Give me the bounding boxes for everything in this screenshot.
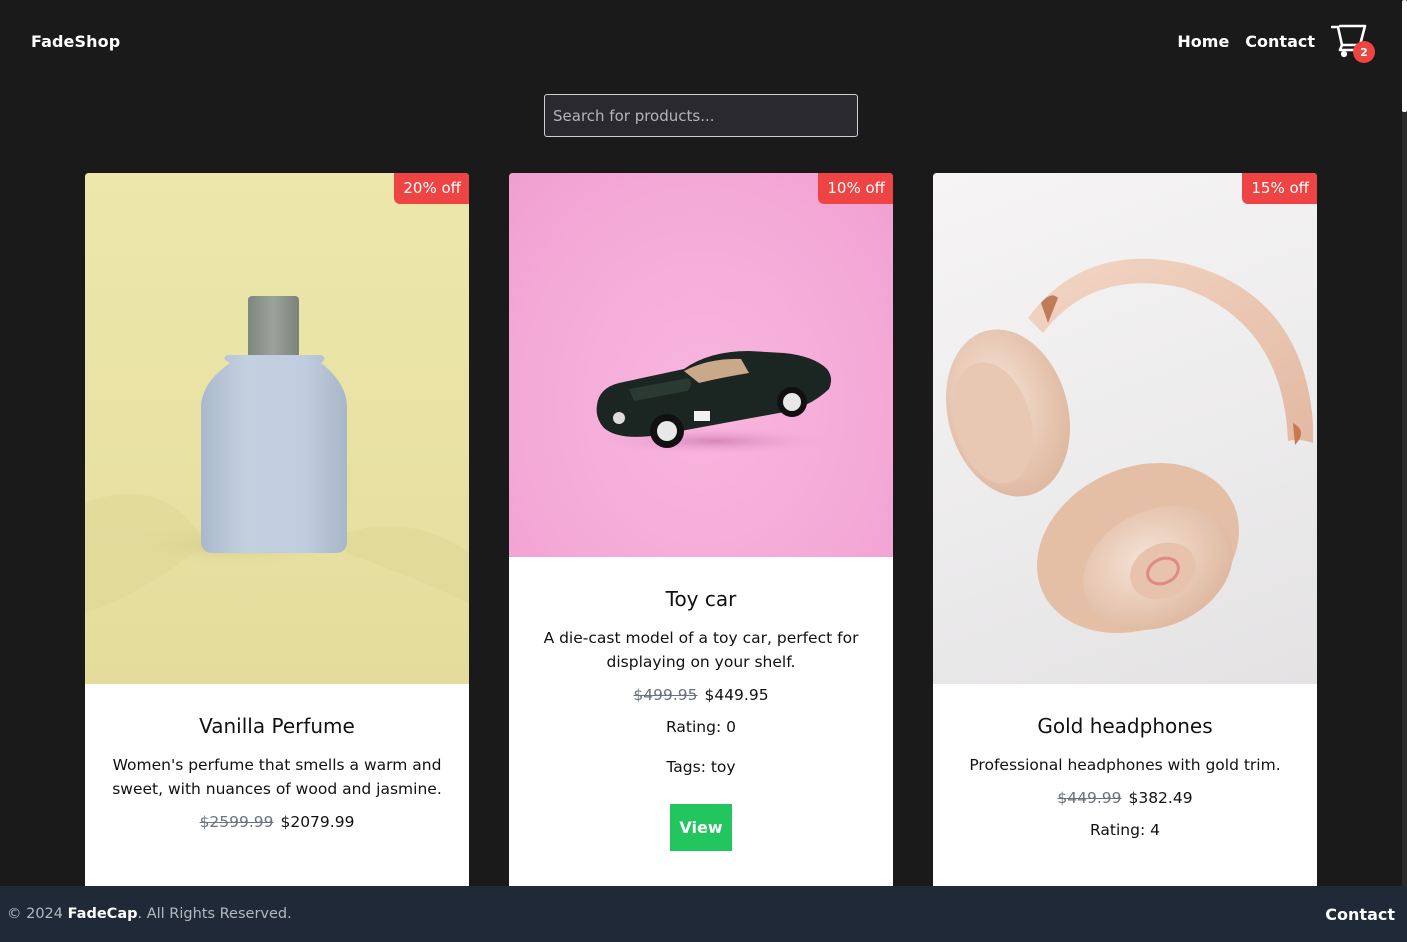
- product-image-perfume[interactable]: 20% off: [85, 173, 469, 684]
- product-card-body: Gold headphones Professional headphones …: [933, 714, 1317, 839]
- product-card-body: Toy car A die-cast model of a toy car, p…: [509, 587, 893, 851]
- current-price: $382.49: [1128, 789, 1193, 807]
- current-price: $2079.99: [280, 813, 355, 831]
- scrollbar-thumb[interactable]: [1402, 0, 1407, 112]
- brand-logo[interactable]: FadeShop: [31, 32, 120, 51]
- product-description: Professional headphones with gold trim.: [969, 756, 1281, 774]
- current-price: $449.95: [704, 686, 769, 704]
- nav-home-link[interactable]: Home: [1177, 32, 1229, 51]
- product-image-headphones[interactable]: 15% off: [933, 173, 1317, 684]
- site-header: FadeShop Home Contact 2: [0, 0, 1402, 82]
- copyright-text: © 2024 FadeCap. All Rights Reserved.: [7, 906, 292, 922]
- perfume-bottle-image: [85, 296, 469, 613]
- view-button[interactable]: View: [670, 804, 732, 851]
- old-price: $2599.99: [199, 813, 274, 831]
- scrollbar-track[interactable]: [1402, 0, 1407, 886]
- discount-badge: 10% off: [818, 173, 893, 204]
- product-description: A die-cast model of a toy car, perfect f…: [543, 629, 859, 671]
- search-container: [544, 94, 858, 137]
- product-price: $2599.99 $2079.99: [107, 813, 447, 831]
- product-price: $499.95 $449.95: [531, 686, 871, 704]
- cart-count-badge: 2: [1353, 41, 1375, 63]
- search-input[interactable]: [544, 94, 858, 137]
- product-card[interactable]: 10% off Toy car A die-cast model of a to…: [509, 173, 893, 886]
- product-description: Women's perfume that smells a warm and s…: [112, 756, 442, 798]
- product-card[interactable]: 15% off Gold headphones Professional hea…: [933, 173, 1317, 886]
- headphones-image: [946, 258, 1313, 634]
- cart-button[interactable]: 2: [1330, 23, 1375, 63]
- product-rating: Rating: 0: [666, 718, 736, 736]
- copyright-suffix: . All Rights Reserved.: [137, 906, 292, 922]
- old-price: $499.95: [633, 686, 698, 704]
- product-card[interactable]: 20% off Vanilla Perfume Women's perfume …: [85, 173, 469, 886]
- discount-badge: 20% off: [394, 173, 469, 204]
- product-price: $449.99 $382.49: [955, 789, 1295, 807]
- copyright-prefix: © 2024: [7, 906, 68, 922]
- footer-contact-link[interactable]: Contact: [1325, 905, 1395, 924]
- company-name[interactable]: FadeCap: [68, 906, 138, 922]
- product-card-body: Vanilla Perfume Women's perfume that sme…: [85, 714, 469, 831]
- product-tags: Tags: toy: [666, 758, 736, 776]
- product-image-toy-car[interactable]: 10% off: [509, 173, 893, 557]
- nav-contact-link[interactable]: Contact: [1245, 32, 1315, 51]
- old-price: $449.99: [1057, 789, 1122, 807]
- product-title[interactable]: Gold headphones: [955, 714, 1295, 738]
- product-title[interactable]: Vanilla Perfume: [107, 714, 447, 738]
- site-footer: © 2024 FadeCap. All Rights Reserved. Con…: [0, 886, 1407, 942]
- discount-badge: 15% off: [1242, 173, 1317, 204]
- main-nav: Home Contact 2: [1177, 21, 1375, 63]
- product-rating: Rating: 4: [1090, 821, 1160, 839]
- toy-car-image: [594, 351, 834, 455]
- product-title[interactable]: Toy car: [531, 587, 871, 611]
